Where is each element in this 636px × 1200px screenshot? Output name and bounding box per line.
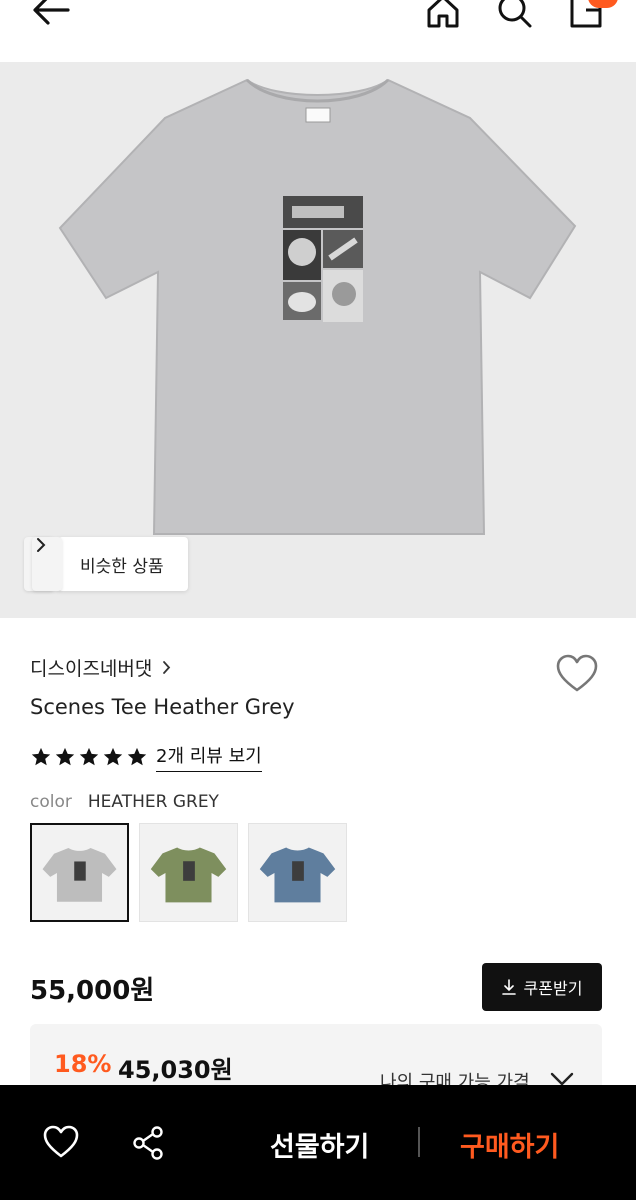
share-icon[interactable]: [130, 1125, 166, 1161]
color-row: color HEATHER GREY: [30, 792, 219, 812]
home-icon[interactable]: [423, 0, 463, 30]
tshirt-thumbnail: [42, 848, 117, 902]
heart-icon[interactable]: [42, 1125, 80, 1159]
star-icon: [79, 747, 99, 766]
swatch-grey[interactable]: [30, 823, 129, 922]
chevron-right-icon: [163, 661, 171, 674]
top-bar: [0, 0, 636, 62]
color-swatches: [30, 823, 347, 922]
gift-button[interactable]: 선물하기: [270, 1125, 369, 1164]
tshirt-thumbnail: [259, 847, 336, 903]
tshirt-image: [58, 78, 577, 535]
product-title: Scenes Tee Heather Grey: [30, 695, 295, 719]
discount-percent: 18%: [54, 1050, 112, 1078]
color-value: HEATHER GREY: [87, 792, 219, 812]
swatch-blue[interactable]: [248, 823, 347, 922]
star-icon: [127, 747, 147, 766]
swatch-olive[interactable]: [139, 823, 238, 922]
brand-link[interactable]: 디스이즈네버댓: [30, 654, 171, 681]
product-image[interactable]: 비슷한 상품: [0, 62, 636, 618]
tshirt-thumbnail: [150, 847, 227, 903]
wishlist-heart-icon[interactable]: [555, 654, 599, 694]
sale-price: 45,030원: [118, 1056, 233, 1084]
rating-row: 2개 리뷰 보기: [30, 742, 262, 772]
star-icon: [55, 747, 75, 766]
similar-products-button[interactable]: 비슷한 상품: [24, 537, 188, 591]
original-price: 55,000원: [30, 976, 155, 1006]
coupon-button[interactable]: 쿠폰받기: [482, 963, 602, 1011]
reviews-link[interactable]: 2개 리뷰 보기: [156, 742, 262, 772]
star-icon: [103, 747, 123, 766]
divider: [418, 1127, 420, 1157]
print-graphic: [283, 196, 363, 322]
bottom-action-bar: 선물하기 구매하기: [0, 1085, 636, 1200]
brand-name: 디스이즈네버댓: [30, 658, 153, 680]
star-rating: [30, 746, 148, 768]
color-label: color: [30, 792, 72, 812]
coupon-label: 쿠폰받기: [523, 979, 583, 998]
back-arrow-icon[interactable]: [28, 0, 76, 34]
similar-products-label: 비슷한 상품: [80, 556, 164, 577]
chevron-right-icon: [37, 538, 46, 552]
chevron-down-icon: [550, 1072, 574, 1086]
search-icon[interactable]: [494, 0, 534, 30]
star-icon: [31, 747, 51, 766]
buy-button[interactable]: 구매하기: [460, 1125, 559, 1164]
download-icon: [501, 979, 516, 995]
